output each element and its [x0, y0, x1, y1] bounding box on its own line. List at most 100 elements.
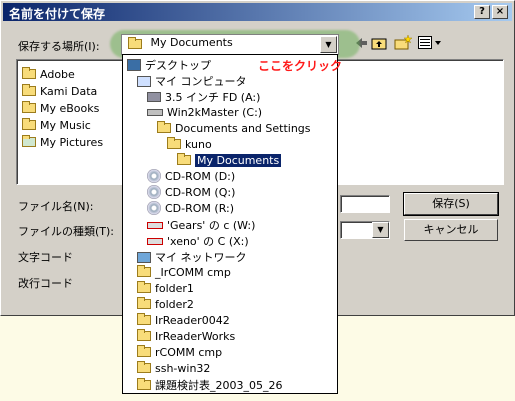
desktop-icon	[127, 59, 141, 71]
up-folder-icon[interactable]	[371, 35, 387, 51]
dropdown-item[interactable]: Documents and Settings	[157, 121, 311, 137]
network-drive-disconnected-icon	[147, 237, 163, 245]
dropdown-item[interactable]: _IrCOMM cmp	[137, 265, 231, 281]
save-in-value: My Documents	[150, 35, 233, 49]
cdrom-icon	[147, 185, 161, 199]
dropdown-item-label: kuno	[185, 137, 212, 151]
view-menu-icon[interactable]	[418, 36, 442, 50]
dropdown-item-label: CD-ROM (D:)	[165, 169, 236, 183]
dropdown-item-label: マイ ネットワーク	[155, 251, 247, 264]
location-dropdown-list[interactable]: デスクトップマイ コンピュータ 3.5 インチ FD (A:) Win2kMaste…	[122, 54, 338, 394]
dropdown-item[interactable]: 課題検討表_2003_05_26	[137, 377, 283, 393]
file-list-item[interactable]: My Music	[22, 118, 91, 134]
newline-label: 改行コード	[18, 277, 73, 290]
dropdown-item[interactable]: マイ ネットワーク	[137, 249, 247, 265]
file-list-item-label: My Music	[40, 118, 91, 132]
dropdown-item-label: デスクトップ	[145, 59, 211, 72]
dropdown-item-label: ssh-win32	[155, 361, 211, 375]
dropdown-item[interactable]: CD-ROM (R:)	[147, 201, 234, 217]
dropdown-item[interactable]: 3.5 インチ FD (A:)	[147, 89, 260, 105]
network-drive-disconnected-icon	[147, 221, 163, 229]
dropdown-item-label: Win2kMaster (C:)	[167, 105, 263, 119]
dropdown-item-label: Documents and Settings	[175, 121, 311, 135]
file-list-item-label: Adobe	[40, 67, 75, 81]
encoding-label: 文字コード	[18, 251, 73, 264]
cdrom-icon	[147, 169, 161, 183]
folder-icon	[137, 361, 151, 373]
folder-icon	[22, 101, 36, 113]
save-in-dropdown-arrow[interactable]: ▼	[320, 36, 337, 53]
dropdown-item[interactable]: folder2	[137, 297, 194, 313]
dropdown-item[interactable]: folder1	[137, 281, 194, 297]
dropdown-item-label: CD-ROM (Q:)	[165, 185, 236, 199]
dropdown-item[interactable]: IrReaderWorks	[137, 329, 235, 345]
folder-icon	[137, 345, 151, 357]
dropdown-item-label: rCOMM cmp	[155, 345, 223, 359]
cancel-button[interactable]: キャンセル	[404, 219, 498, 241]
dropdown-item-label: folder1	[155, 281, 194, 295]
dropdown-item-label: 'xeno' の C (X:)	[167, 235, 249, 248]
file-list-item[interactable]: Adobe	[22, 67, 75, 83]
dropdown-item-label: IrReader0042	[155, 313, 230, 327]
dropdown-item[interactable]: CD-ROM (Q:)	[147, 185, 235, 201]
dropdown-item-label: My Documents	[195, 153, 282, 167]
file-list-item-label: My Pictures	[40, 135, 104, 149]
filetype-dropdown-arrow[interactable]: ▼	[372, 222, 389, 238]
filetype-select[interactable]: ▼	[340, 221, 390, 239]
dropdown-item[interactable]: 'xeno' の C (X:)	[147, 233, 249, 249]
filename-input[interactable]	[340, 195, 390, 213]
filename-label: ファイル名(N):	[18, 200, 94, 213]
title-bar[interactable]: 名前を付けて保存 ? ×	[3, 3, 512, 21]
dropdown-item[interactable]: マイ コンピュータ	[137, 73, 247, 89]
new-folder-icon[interactable]	[394, 34, 412, 51]
dropdown-item[interactable]: rCOMM cmp	[137, 345, 222, 361]
floppy-icon	[147, 92, 161, 102]
network-icon	[137, 251, 151, 263]
folder-icon	[157, 121, 171, 133]
dropdown-item[interactable]: CD-ROM (D:)	[147, 169, 235, 185]
close-button[interactable]: ×	[492, 5, 508, 19]
click-here-hint: ここをクリック	[258, 59, 343, 73]
dropdown-item[interactable]: Win2kMaster (C:)	[147, 105, 262, 121]
folder-open-icon	[128, 37, 142, 49]
file-list-item[interactable]: My Pictures	[22, 135, 103, 151]
dropdown-item[interactable]: 'Gears' の c (W:)	[147, 217, 255, 233]
filetype-label: ファイルの種類(T):	[18, 225, 115, 238]
dropdown-item[interactable]: ssh-win32	[137, 361, 210, 377]
save-button[interactable]: 保存(S)	[403, 192, 499, 216]
folder-icon	[22, 67, 36, 79]
folder-icon	[137, 313, 151, 325]
folder-icon	[137, 281, 151, 293]
folder-icon	[22, 118, 36, 130]
folder-icon	[22, 84, 36, 96]
pictures-folder-icon	[22, 135, 36, 147]
folder-icon	[137, 265, 151, 277]
dropdown-item-label: 'Gears' の c (W:)	[167, 219, 256, 232]
file-list-item-label: Kami Data	[40, 84, 98, 98]
dropdown-item[interactable]: My Documents	[177, 153, 282, 169]
save-in-label: 保存する場所(I):	[18, 40, 100, 53]
folder-icon	[137, 297, 151, 309]
file-list-item[interactable]: My eBooks	[22, 101, 99, 117]
dialog-title: 名前を付けて保存	[9, 7, 106, 21]
dropdown-item-label: folder2	[155, 297, 194, 311]
computer-icon	[137, 75, 151, 87]
dropdown-item-label: 3.5 インチ FD (A:)	[165, 91, 261, 104]
file-list-item[interactable]: Kami Data	[22, 84, 97, 100]
help-button[interactable]: ?	[474, 5, 490, 19]
dropdown-item-label: IrReaderWorks	[155, 329, 236, 343]
dropdown-item[interactable]: デスクトップ	[127, 57, 211, 73]
folder-icon	[137, 329, 151, 341]
dropdown-item-label: マイ コンピュータ	[155, 75, 247, 88]
dropdown-item[interactable]: kuno	[167, 137, 212, 153]
folder-icon	[167, 137, 181, 149]
folder-icon	[137, 378, 151, 390]
dropdown-item-label: 課題検討表_2003_05_26	[155, 379, 283, 392]
dropdown-item-label: _IrCOMM cmp	[155, 265, 231, 279]
dropdown-item-label: CD-ROM (R:)	[165, 201, 235, 215]
save-in-combo[interactable]: My Documents ▼	[121, 34, 339, 55]
file-list-item-label: My eBooks	[40, 101, 100, 115]
dropdown-item[interactable]: IrReader0042	[137, 313, 230, 329]
drive-icon	[147, 108, 163, 116]
folder-open-icon	[177, 153, 191, 165]
